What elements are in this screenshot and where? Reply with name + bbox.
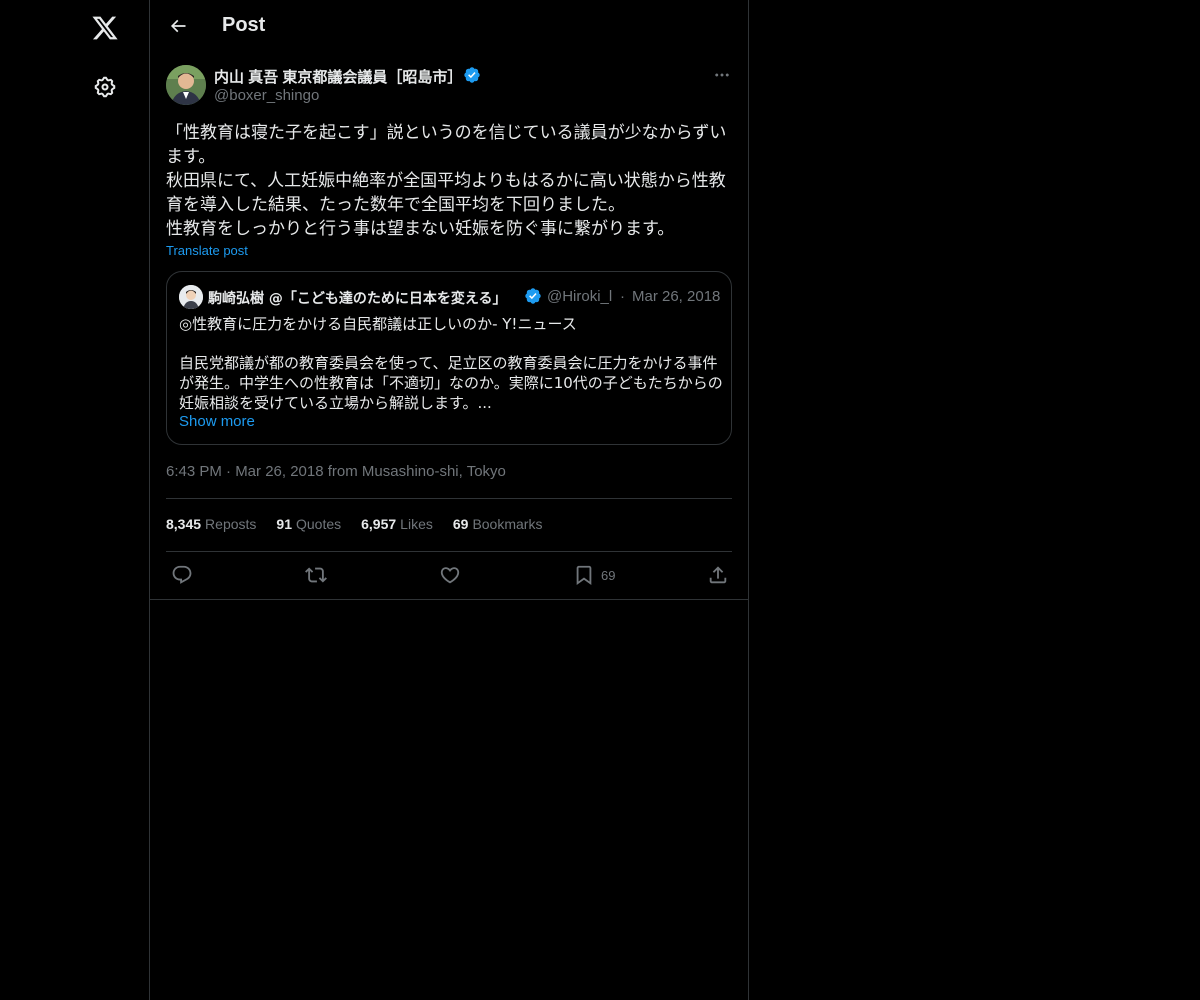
like-button[interactable] (439, 563, 461, 587)
verified-badge-icon (524, 287, 542, 305)
more-icon (715, 73, 729, 77)
quotes-stat[interactable]: 91 Quotes (276, 516, 341, 536)
page-title: Post (222, 14, 266, 36)
tweet-timestamp[interactable]: 6:43 PM · Mar 26, 2018 from Musashino-sh… (166, 463, 506, 480)
repost-button[interactable] (305, 563, 327, 587)
divider (166, 551, 732, 552)
quoted-author-name: 駒崎弘樹 @「こども達のために日本を変える」 (208, 291, 507, 307)
repost-icon (305, 567, 327, 583)
author-name[interactable]: 内山 真吾 東京都議会議員［昭島市］ (214, 66, 462, 87)
x-logo-icon[interactable] (81, 4, 129, 52)
quoted-avatar (179, 285, 203, 309)
back-button[interactable] (161, 9, 195, 43)
tweet-text: 「性教育は寝た子を起こす」説というのを信じている議員が少なからずいます。 秋田県… (166, 123, 727, 239)
avatar[interactable] (166, 65, 206, 105)
verified-badge-icon (463, 66, 481, 84)
bookmark-button[interactable]: 69 (573, 563, 615, 587)
share-icon (709, 566, 727, 584)
quoted-headline: ◎性教育に圧力をかける自民都議は正しいのか- Y!ニュース (179, 315, 577, 333)
show-more-link[interactable]: Show more (179, 413, 255, 430)
reply-icon (172, 565, 192, 584)
divider (150, 599, 748, 600)
quoted-body: 自民党都議が都の教育委員会を使って、足立区の教育委員会に圧力をかける事件が発生。… (179, 354, 723, 412)
quoted-date: Mar 26, 2018 (632, 288, 721, 305)
engagement-stats: 8,345 Reposts 91 Quotes 6,957 Likes 69 Bookm… (166, 516, 562, 536)
share-button[interactable] (707, 563, 729, 587)
back-arrow-icon (170, 19, 186, 33)
gear-icon[interactable] (81, 63, 129, 111)
left-nav (0, 0, 149, 1000)
page-header: Post (150, 0, 748, 53)
translate-post-link[interactable]: Translate post (166, 243, 248, 258)
quoted-author-handle: @Hiroki_l (547, 288, 613, 305)
bookmark-icon (576, 565, 592, 586)
author-handle[interactable]: @boxer_shingo (214, 87, 319, 104)
more-button[interactable] (708, 64, 736, 86)
reply-button[interactable] (171, 563, 193, 587)
reposts-stat[interactable]: 8,345 Reposts (166, 516, 256, 536)
bookmark-count: 69 (601, 567, 616, 583)
likes-stat[interactable]: 6,957 Likes (361, 516, 433, 536)
main-column: Post 内山 真吾 東京都議会議員［昭島市］ @boxer_shingo 「性… (149, 0, 749, 1000)
quoted-tweet[interactable]: 駒崎弘樹 @「こども達のために日本を変える」 @Hiroki_l · Mar 2… (166, 271, 732, 445)
like-icon (440, 567, 460, 584)
bookmarks-stat[interactable]: 69 Bookmarks (453, 516, 543, 536)
separator-dot: · (620, 288, 625, 305)
divider (166, 498, 732, 499)
action-bar: 69 (150, 560, 748, 590)
